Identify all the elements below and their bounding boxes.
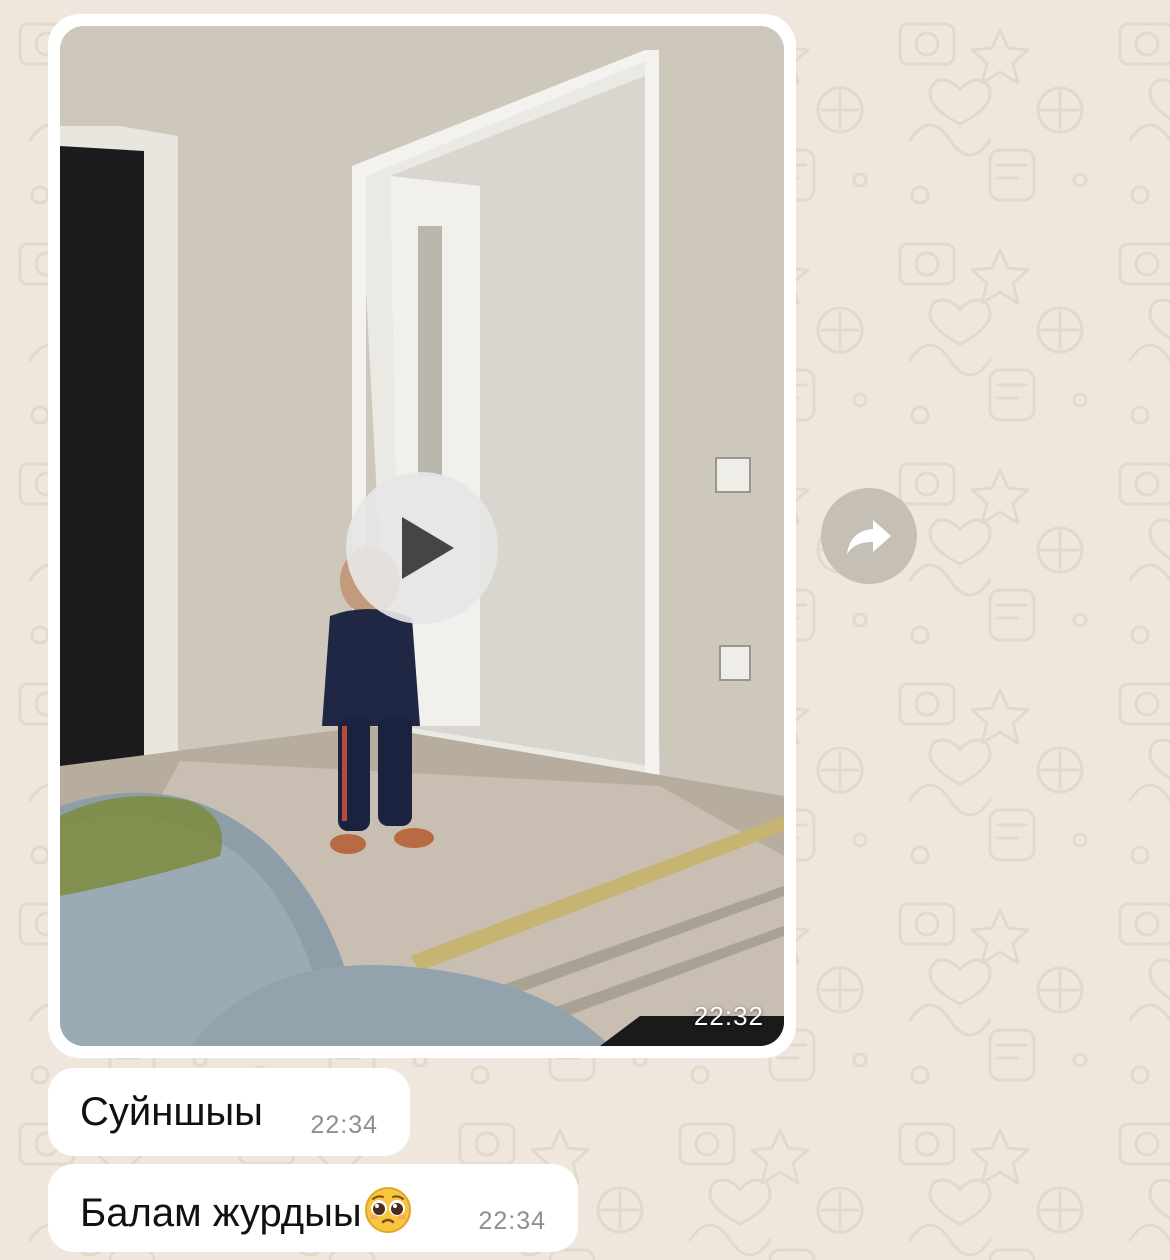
message-timestamp: 22:34 [478,1207,546,1235]
forward-button[interactable] [821,488,917,584]
video-message-bubble[interactable]: 22:32 [48,14,796,1058]
message-text-wrapper: Балам журдыы [80,1186,412,1244]
message-timestamp: 22:34 [310,1111,378,1139]
message-bubble[interactable]: Балам журдыы 22:34 [48,1164,578,1252]
pleading-face-emoji [364,1186,412,1244]
play-icon [402,517,454,579]
video-thumbnail[interactable]: 22:32 [60,26,784,1046]
message-bubble[interactable]: Суйншыы 22:34 [48,1068,410,1156]
message-text: Балам журдыы [80,1191,362,1235]
message-text: Суйншыы [80,1090,263,1134]
forward-arrow-icon [847,520,891,554]
play-button[interactable] [346,472,498,624]
video-timestamp: 22:32 [693,1001,764,1031]
